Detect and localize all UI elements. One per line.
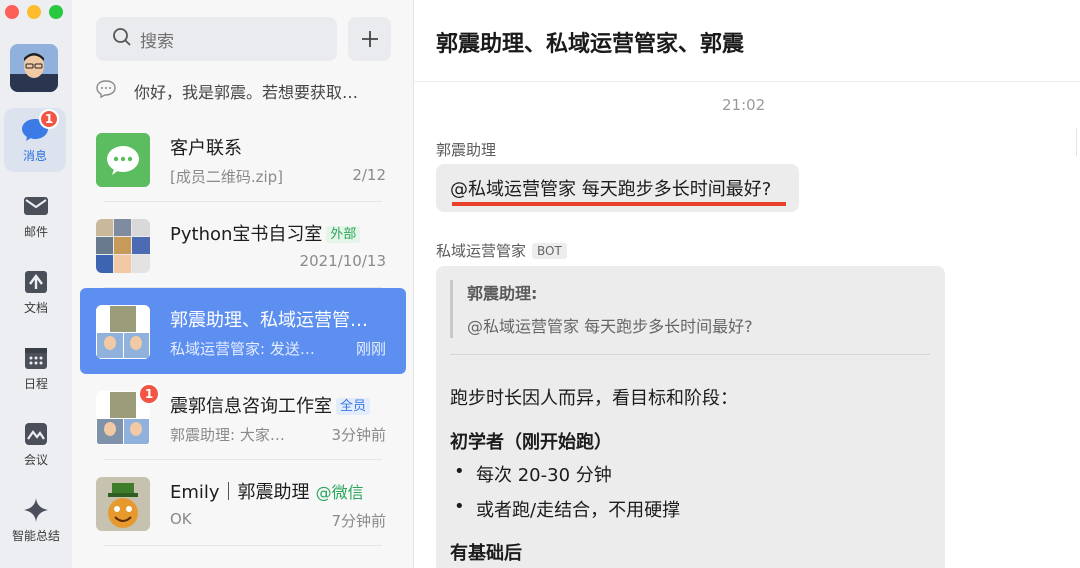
unread-badge: 1: [138, 383, 160, 405]
plus-icon: [361, 31, 378, 47]
conversation-preview: OK: [170, 510, 192, 528]
conversation-avatar: [96, 219, 150, 273]
rail-label-meeting: 会议: [23, 452, 48, 467]
chat-pane: 郭震助理、私域运营管家、郭震 21:02 郭震助理 @私域运营管家 每天跑步多长…: [414, 0, 1080, 568]
wechat-tag: @微信: [315, 483, 364, 502]
list-item-text: 或者跑/走结合，不用硬撑: [476, 500, 681, 521]
conversation-name: 震郭信息咨询工作室 全员: [170, 392, 371, 418]
conversation-name: 郭震助理、私域运营管…: [170, 310, 368, 331]
all-members-tag: 全员: [336, 398, 371, 415]
close-window-button[interactable]: [5, 5, 19, 19]
conversation-time: 刚刚: [355, 340, 386, 358]
conversation-item[interactable]: Python宝书自习室 外部 2021/10/13: [80, 202, 406, 288]
mail-icon: [22, 193, 50, 219]
message-timestamp: 21:02: [722, 96, 766, 114]
section-heading: 有基础后: [450, 543, 522, 564]
system-notice-text: 你好，我是郭震。若想要获取…: [134, 83, 359, 102]
rail-label-docs: 文档: [23, 300, 48, 315]
wechat-icon: [96, 133, 150, 187]
scrollbar[interactable]: [1076, 128, 1080, 156]
conversation-avatar: [96, 477, 150, 531]
conversation-item-active[interactable]: 郭震助理、私域运营管… 私域运营管家: 发送… 刚刚: [80, 288, 406, 374]
conversation-avatar: [96, 305, 150, 359]
calendar-icon: [22, 345, 50, 371]
conversation-name: Emily｜郭震助理 @微信: [170, 478, 364, 504]
conversation-preview: 私域运营管家: 发送…: [170, 340, 315, 358]
chat-bubble-icon: 1: [21, 108, 59, 143]
list-item-text: 每次 20-30 分钟: [476, 465, 612, 486]
bot-badge: BOT: [532, 243, 567, 259]
bullet-dot: •: [454, 461, 465, 482]
rail-item-ai-summary[interactable]: 智能总结: [0, 488, 72, 552]
message-sender[interactable]: 私域运营管家 BOT: [436, 240, 567, 261]
conversation-name-text: Emily｜郭震助理: [170, 482, 310, 503]
conversation-name: Python宝书自习室 外部: [170, 220, 361, 246]
rail-item-mail[interactable]: 邮件: [0, 184, 72, 248]
rail-item-calendar[interactable]: 日程: [0, 336, 72, 400]
quoted-text: @私域运营管家 每天跑步多长时间最好?: [467, 317, 753, 336]
window-controls: [5, 5, 63, 19]
conversation-time: 3分钟前: [331, 426, 386, 444]
chat-title[interactable]: 郭震助理、私域运营管家、郭震: [436, 26, 744, 58]
conversation-time: 2021/10/13: [299, 252, 386, 270]
minimize-window-button[interactable]: [27, 5, 41, 19]
conversation-item[interactable]: 客户联系 [成员二维码.zip] 2/12: [80, 116, 406, 202]
messages-badge: 1: [39, 108, 59, 129]
system-notice-item[interactable]: 你好，我是郭震。若想要获取…: [96, 78, 396, 104]
sender-name: 私域运营管家: [436, 242, 527, 260]
rail-label-ai-summary: 智能总结: [11, 528, 60, 543]
conversation-time: 7分钟前: [331, 512, 386, 530]
add-button[interactable]: [348, 17, 391, 61]
conversation-list: 搜索 你好，我是郭震。若想要获取… 客户联系 [成员二维码.zip] 2/12 …: [72, 0, 414, 568]
search-input[interactable]: 搜索: [96, 17, 337, 61]
external-tag: 外部: [326, 226, 361, 243]
conversation-item[interactable]: Emily｜郭震助理 @微信 OK 7分钟前: [80, 460, 406, 546]
search-placeholder: 搜索: [140, 31, 174, 52]
rail-item-docs[interactable]: 文档: [0, 260, 72, 324]
sparkle-icon: [22, 497, 50, 523]
conversation-item[interactable]: 1 震郭信息咨询工作室 全员 郭震助理: 大家… 3分钟前: [80, 374, 406, 460]
system-notice-icon: [96, 80, 116, 102]
rail-label-mail: 邮件: [23, 224, 48, 239]
list-item: • 或者跑/走结合，不用硬撑: [450, 496, 680, 522]
document-icon: [22, 269, 50, 295]
message-text: @私域运营管家 每天跑步多长时间最好?: [450, 179, 772, 200]
list-item: • 每次 20-30 分钟: [450, 461, 612, 487]
rail-label-calendar: 日程: [23, 376, 48, 391]
chat-header: 郭震助理、私域运营管家、郭震: [414, 0, 1080, 82]
rail-item-meeting[interactable]: 会议: [0, 412, 72, 476]
section-heading: 初学者（刚开始跑）: [450, 432, 612, 453]
conversation-avatar: [96, 133, 150, 187]
left-rail: 1 消息 邮件 文档 日程 会议 智能总结: [0, 0, 72, 568]
zoom-window-button[interactable]: [49, 5, 63, 19]
rail-label-messages: 消息: [22, 148, 47, 163]
meeting-icon: [22, 421, 50, 447]
divider: [104, 545, 382, 546]
quoted-sender: 郭震助理:: [467, 284, 538, 303]
bot-reply-bubble[interactable]: 郭震助理: @私域运营管家 每天跑步多长时间最好? 跑步时长因人而异，看目标和阶…: [436, 266, 945, 568]
conversation-time: 2/12: [352, 166, 386, 184]
rail-item-messages[interactable]: 1 消息: [4, 108, 66, 172]
conversation-preview: 郭震助理: 大家…: [170, 426, 285, 444]
highlight-underline: [452, 202, 786, 206]
divider: [450, 354, 930, 355]
conversation-name-text: 震郭信息咨询工作室: [170, 396, 332, 417]
bullet-dot: •: [454, 496, 465, 517]
conversation-name-text: Python宝书自习室: [170, 224, 323, 245]
search-icon: [112, 27, 132, 51]
conversation-name: 客户联系: [170, 138, 242, 159]
user-avatar[interactable]: [10, 44, 58, 92]
quoted-message[interactable]: 郭震助理: @私域运营管家 每天跑步多长时间最好?: [450, 280, 930, 338]
conversation-preview: [成员二维码.zip]: [170, 168, 284, 186]
reply-intro: 跑步时长因人而异，看目标和阶段：: [450, 388, 738, 409]
message-sender[interactable]: 郭震助理: [436, 139, 496, 160]
